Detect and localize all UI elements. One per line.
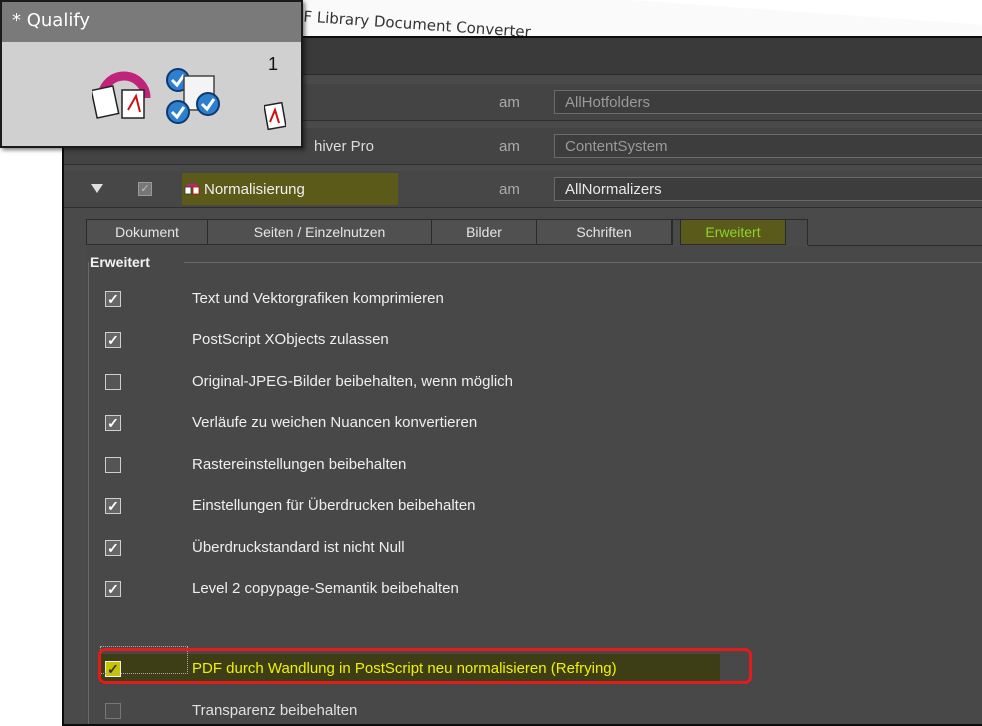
option-row[interactable]: ✓ Einstellungen für Überdrucken beibehal…	[86, 491, 982, 521]
tab-schriften[interactable]: Schriften	[536, 219, 672, 245]
normalizers-field[interactable]: AllNormalizers	[554, 177, 982, 201]
option-label: Einstellungen für Überdrucken beibehalte…	[192, 497, 476, 514]
option-label: Rastereinstellungen beibehalten	[192, 456, 407, 473]
normalizer-label: Normalisierung	[204, 181, 305, 198]
tab-erweitert[interactable]: Erweitert	[680, 219, 786, 245]
option-checkbox[interactable]: ✓	[105, 498, 121, 514]
option-checkbox[interactable]	[105, 457, 121, 473]
tab-dokument[interactable]: Dokument	[86, 219, 208, 245]
normalizer-icon	[184, 183, 200, 195]
option-checkbox[interactable]: ✓	[105, 291, 121, 307]
advanced-settings-area: Erweitert ✓ Text und Vektorgrafiken komp…	[86, 246, 982, 724]
normalizer-row[interactable]: ✓ Normalisierung am AllNormalizers	[64, 171, 982, 208]
option-label: Transparenz beibehalten	[192, 702, 358, 719]
tab-seiten-einzelnutzen[interactable]: Seiten / Einzelnutzen	[207, 219, 432, 245]
option-label: Level 2 copypage-Semantik beibehalten	[192, 580, 459, 597]
content-system-field[interactable]: ContentSystem	[554, 134, 982, 158]
checklist-icon	[166, 68, 220, 124]
qualify-popup[interactable]: * Qualify 1	[0, 0, 303, 148]
option-row[interactable]: ✓ Level 2 copypage-Semantik beibehalten	[86, 574, 982, 604]
option-label: Überdruckstandard ist nicht Null	[192, 539, 405, 556]
option-row[interactable]: ✓ PostScript XObjects zulassen	[86, 325, 982, 355]
tab-bar: Dokument Seiten / Einzelnutzen Bilder Sc…	[86, 219, 982, 245]
convert-icon	[92, 71, 151, 119]
qualify-icons	[92, 68, 220, 124]
option-row[interactable]: Transparenz beibehalten	[86, 696, 982, 726]
group-title: Erweitert	[90, 254, 150, 270]
option-row[interactable]: Original-JPEG-Bilder beibehalten, wenn m…	[86, 367, 982, 397]
option-label: Original-JPEG-Bilder beibehalten, wenn m…	[192, 373, 513, 390]
tab-bilder[interactable]: Bilder	[431, 219, 537, 245]
row-am: am	[499, 94, 520, 111]
option-label: Text und Vektorgrafiken komprimieren	[192, 290, 444, 307]
option-checkbox[interactable]: ✓	[105, 540, 121, 556]
option-label: PostScript XObjects zulassen	[192, 331, 389, 348]
option-row[interactable]: ✓ Überdruckstandard ist nicht Null	[86, 533, 982, 563]
option-row[interactable]: Rastereinstellungen beibehalten	[86, 450, 982, 480]
option-checkbox[interactable]	[105, 703, 121, 719]
option-checkbox[interactable]	[105, 374, 121, 390]
row-am: am	[499, 138, 520, 155]
option-row[interactable]: ✓ Text und Vektorgrafiken komprimieren	[86, 284, 982, 314]
option-label: Verläufe zu weichen Nuancen konvertieren	[192, 414, 478, 431]
option-checkbox[interactable]: ✓	[105, 415, 121, 431]
qualify-title: * Qualify	[2, 2, 301, 42]
group-border	[184, 262, 982, 263]
qualify-count: 1	[268, 54, 279, 74]
row-am: am	[499, 181, 520, 198]
option-checkbox[interactable]: ✓	[105, 581, 121, 597]
callout-highlight-box	[98, 648, 752, 684]
row-label: hiver Pro	[314, 138, 375, 155]
hotfolder-field[interactable]: AllHotfolders	[554, 90, 982, 114]
option-row[interactable]: ✓ Verläufe zu weichen Nuancen konvertier…	[86, 408, 982, 438]
expand-triangle-icon[interactable]	[91, 184, 103, 193]
normalizer-enabled-checkbox[interactable]: ✓	[138, 182, 152, 196]
option-checkbox[interactable]: ✓	[105, 332, 121, 348]
pdf-file-icon	[264, 102, 286, 130]
